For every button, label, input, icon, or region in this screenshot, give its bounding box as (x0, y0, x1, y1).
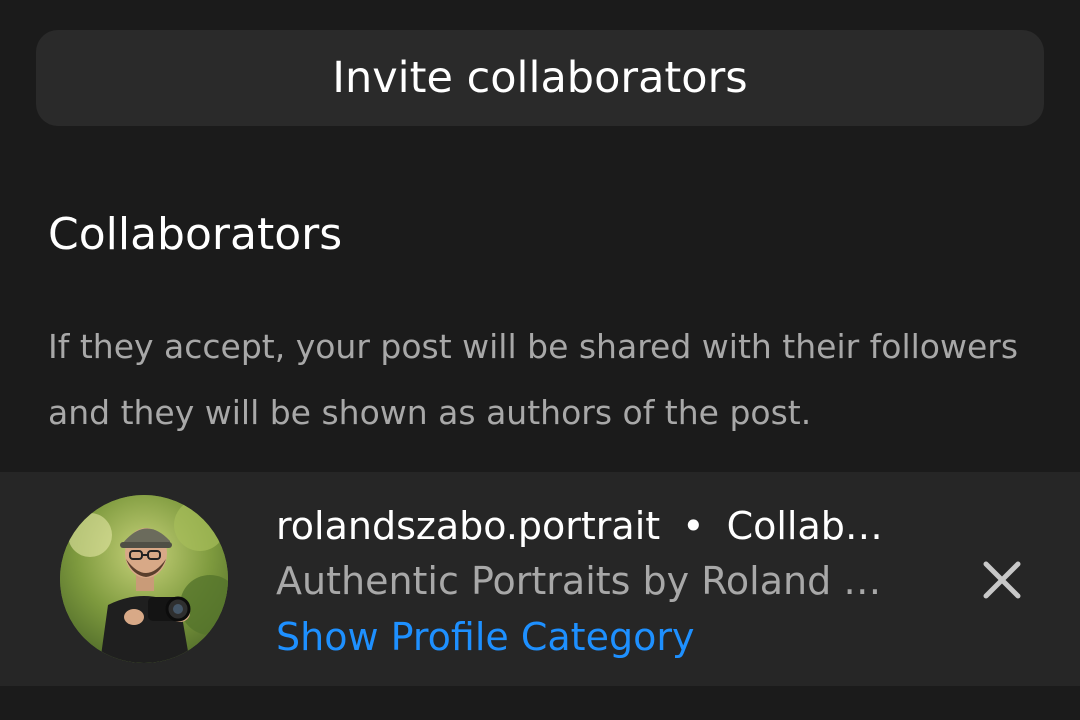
collaborators-screen: Invite collaborators Collaborators If th… (0, 0, 1080, 720)
collaborator-title-line: rolandszabo.portrait • Collab… (276, 500, 916, 552)
separator-dot: • (682, 504, 705, 548)
section-title: Collaborators (48, 209, 343, 260)
profile-photo-avatar-icon (60, 495, 228, 663)
invite-collaborators-button[interactable]: Invite collaborators (36, 30, 1044, 126)
section-description: If they accept, your post will be shared… (48, 327, 1019, 432)
collaborator-full-name: Authentic Portraits by Roland … (276, 559, 882, 603)
bottom-strip (0, 686, 1080, 720)
collaborator-info: rolandszabo.portrait • Collab… Authentic P… (276, 500, 916, 664)
collaborator-row[interactable]: rolandszabo.portrait • Collab… Authentic P… (0, 472, 1080, 686)
collaborator-status: Collab… (726, 504, 883, 548)
close-icon (983, 561, 1021, 599)
show-profile-category-link[interactable]: Show Profile Category (276, 610, 916, 664)
remove-collaborator-button[interactable] (978, 556, 1026, 604)
collaborator-username: rolandszabo.portrait (276, 504, 661, 548)
avatar[interactable] (60, 495, 228, 663)
